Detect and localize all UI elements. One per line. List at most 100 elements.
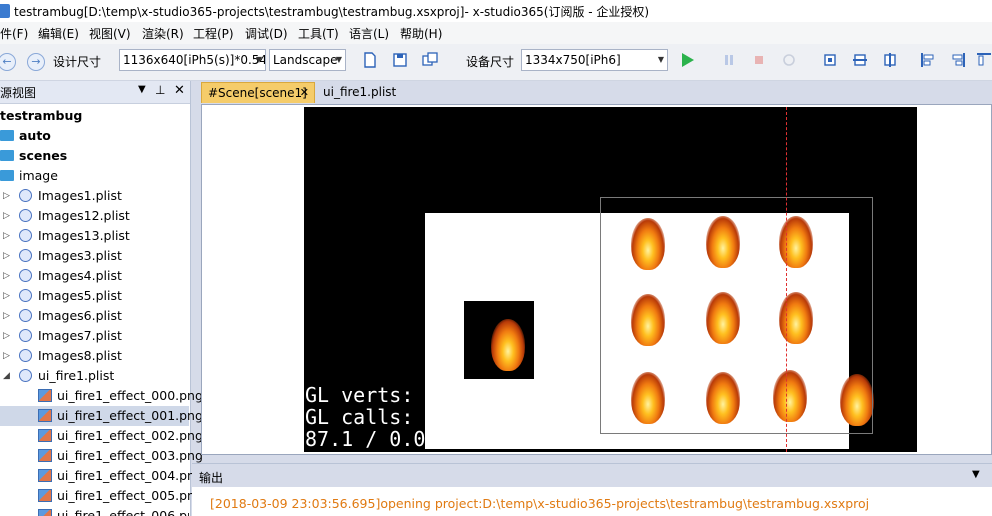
expand-icon[interactable]: ▷ (3, 266, 10, 286)
tree-item-scenes[interactable]: scenes (0, 146, 189, 166)
tree-item-plist[interactable]: ▷ Images3.plist (0, 246, 189, 266)
menu-render[interactable]: 渲染(R) (142, 25, 184, 42)
expand-icon[interactable]: ▷ (3, 306, 10, 326)
align-right-icon[interactable] (950, 52, 966, 68)
tree-item-label: scenes (19, 148, 68, 163)
tree-item-plist[interactable]: ▷ Images5.plist (0, 286, 189, 306)
menu-file[interactable]: 件(F) (0, 25, 28, 42)
plist-icon (19, 369, 32, 382)
play-icon[interactable] (679, 52, 695, 68)
tree-item-label: ui_fire1_effect_000.png (57, 388, 203, 403)
folder-icon (0, 150, 14, 161)
tree-item-png[interactable]: ui_fire1_effect_003.png (0, 446, 203, 466)
tree-item-label: ui_fire1_effect_002.png (57, 428, 203, 443)
tree-item-png[interactable]: ui_fire1_effect_000.png (0, 386, 203, 406)
tab-ui-fire1-plist[interactable]: ui_fire1.plist (317, 82, 402, 103)
gl-verts-stat: GL verts: 104 (305, 384, 486, 406)
tree-item-plist[interactable]: ▷ Images1.plist (0, 186, 189, 206)
app-icon (0, 4, 10, 18)
tree-item-image[interactable]: image (0, 166, 189, 186)
stop-icon[interactable] (751, 52, 767, 68)
device-size-value: 1334x750[iPh6] (525, 53, 621, 67)
device-size-select[interactable]: 1334x750[iPh6] ▼ (521, 49, 668, 71)
menu-language[interactable]: 语言(L) (349, 25, 389, 42)
menu-debug[interactable]: 调试(D) (245, 25, 288, 42)
guide-line (786, 107, 787, 452)
expand-icon[interactable]: ▷ (3, 346, 10, 366)
pause-icon[interactable] (721, 52, 737, 68)
output-panel-header: 输出 ▼ (192, 463, 992, 488)
tree-item-label: Images13.plist (38, 228, 130, 243)
image-icon (38, 409, 52, 422)
plist-icon (19, 289, 32, 302)
tree-item-label: auto (19, 128, 51, 143)
align-center-icon[interactable] (822, 52, 838, 68)
new-file-icon[interactable] (362, 52, 378, 68)
menu-tools[interactable]: 工具(T) (298, 25, 339, 42)
save-icon[interactable] (392, 52, 408, 68)
tab-label: ui_fire1.plist (323, 85, 397, 99)
align-left-icon[interactable] (920, 52, 936, 68)
tree-item-plist[interactable]: ▷ Images8.plist (0, 346, 189, 366)
tree-item-plist[interactable]: ▷ Images12.plist (0, 206, 189, 226)
expand-icon[interactable]: ▷ (3, 226, 10, 246)
menu-edit[interactable]: 编辑(E) (38, 25, 79, 42)
dropdown-icon[interactable]: ▼ (972, 469, 980, 480)
gl-calls-label: GL calls: (305, 405, 414, 429)
menu-project[interactable]: 工程(P) (193, 25, 234, 42)
refresh-icon[interactable] (781, 52, 797, 68)
align-middle-icon[interactable] (852, 52, 868, 68)
tree-item-label: Images12.plist (38, 208, 130, 223)
tree-item-plist[interactable]: ▷ Images6.plist (0, 306, 189, 326)
tree-item-plist-open[interactable]: ◢ ui_fire1.plist (0, 366, 189, 386)
save-all-icon[interactable] (422, 52, 438, 68)
tree-item-auto[interactable]: auto (0, 126, 189, 146)
folder-icon (0, 170, 14, 181)
close-icon[interactable]: ✕ (174, 83, 185, 98)
tree-item-png[interactable]: ui_fire1_effect_004.png (0, 466, 203, 486)
expand-icon[interactable]: ▷ (3, 246, 10, 266)
selection-rect[interactable] (600, 197, 873, 434)
design-size-label: 设计尺寸 (53, 55, 102, 69)
folder-icon (0, 130, 14, 141)
gl-verts-value: 104 (449, 383, 486, 407)
tree-item-label: Images5.plist (38, 288, 122, 303)
gl-calls-stat: GL calls: 27 (305, 406, 486, 428)
pin-icon[interactable]: ⊥ (155, 83, 165, 97)
align-top-icon[interactable] (976, 52, 992, 68)
collapse-icon[interactable]: ◢ (3, 366, 10, 386)
expand-icon[interactable]: ▷ (3, 286, 10, 306)
tree-item-label: ui_fire1_effect_001.png (57, 408, 203, 423)
align-both-icon[interactable] (882, 52, 898, 68)
menu-view[interactable]: 视图(V) (89, 25, 131, 42)
tree-item-plist[interactable]: ▷ Images4.plist (0, 266, 189, 286)
design-size-select[interactable]: 1136x640[iPh5(s)]*0.54 ▼ (119, 49, 266, 71)
image-icon (38, 429, 52, 442)
tree-root-label: testrambug (0, 108, 83, 123)
tab-label: #Scene[scene1] (208, 86, 307, 100)
expand-icon[interactable]: ▷ (3, 186, 10, 206)
expand-icon[interactable]: ▷ (3, 326, 10, 346)
expand-icon[interactable]: ▷ (3, 206, 10, 226)
fire-sprite-thumb[interactable] (464, 301, 534, 379)
tab-scene1[interactable]: #Scene[scene1] ✕ (201, 82, 315, 103)
menu-help[interactable]: 帮助(H) (400, 25, 442, 42)
close-icon[interactable]: ✕ (300, 83, 309, 103)
tree-item-png[interactable]: ui_fire1_effect_006.png (0, 506, 189, 516)
chevron-down-icon: ▼ (255, 55, 262, 64)
tree-item-label: Images1.plist (38, 188, 122, 203)
tree-item-png[interactable]: ui_fire1_effect_002.png (0, 426, 203, 446)
tree-item-plist[interactable]: ▷ Images7.plist (0, 326, 189, 346)
orientation-select[interactable]: Landscape ▼ (269, 49, 346, 71)
dropdown-icon[interactable]: ▼ (138, 84, 146, 95)
tree-root[interactable]: testrambug (0, 106, 189, 126)
panel-title: 源视图 (0, 86, 37, 100)
image-icon (38, 489, 52, 502)
tree-item-plist[interactable]: ▷ Images13.plist (0, 226, 189, 246)
tree-item-png[interactable]: ui_fire1_effect_005.png (0, 486, 203, 506)
gl-calls-value: 27 (461, 405, 486, 429)
forward-icon[interactable]: → (27, 53, 45, 71)
image-icon (38, 469, 52, 482)
tree-item-png-selected[interactable]: ui_fire1_effect_001.png (0, 406, 203, 426)
image-icon (38, 389, 52, 402)
